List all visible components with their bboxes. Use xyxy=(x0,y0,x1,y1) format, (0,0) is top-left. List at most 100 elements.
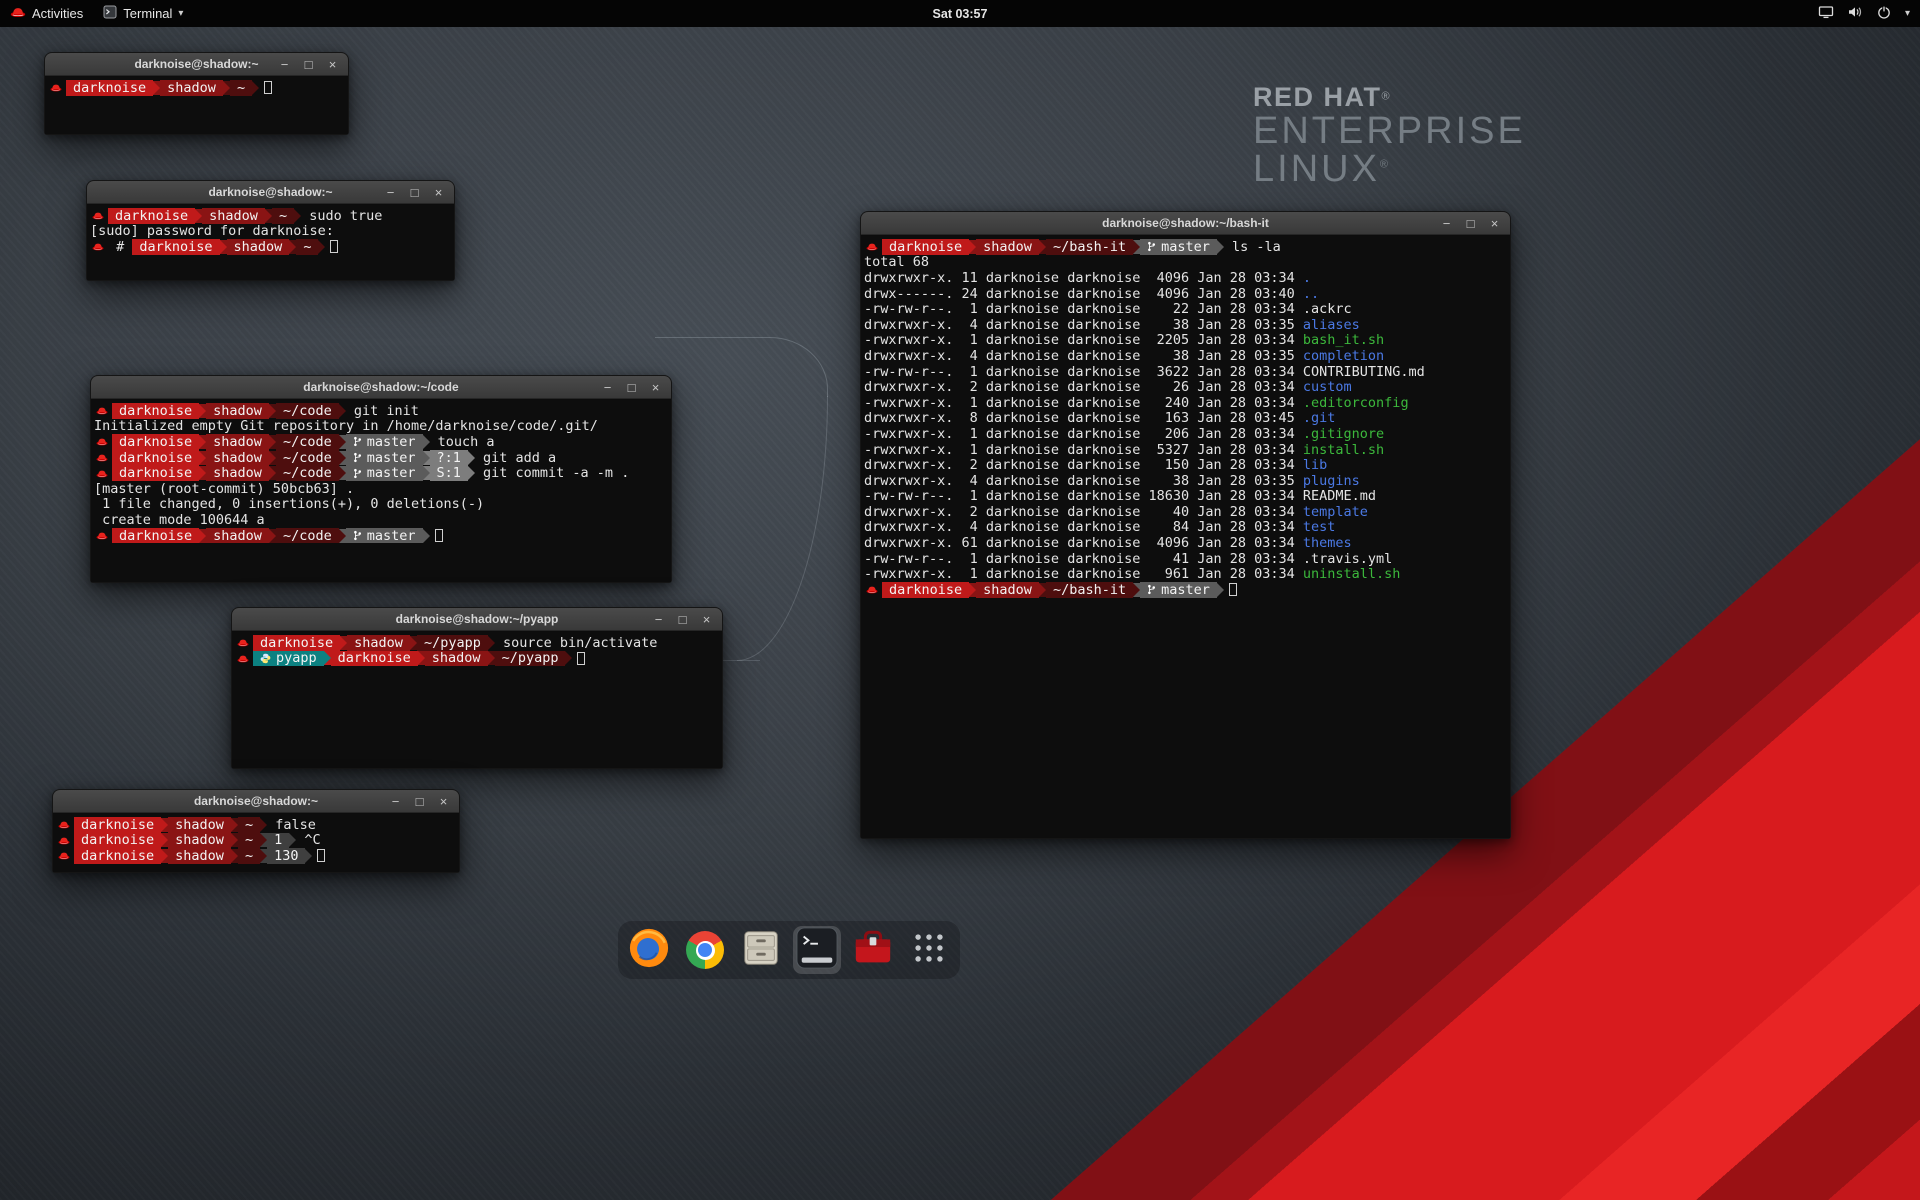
close-button[interactable]: × xyxy=(432,181,445,204)
maximize-button[interactable]: □ xyxy=(413,790,426,813)
terminal-cursor xyxy=(264,81,272,94)
prompt-segment: darknoise xyxy=(331,651,418,667)
window-titlebar[interactable]: darknoise@shadow:~/bash-it − □ × xyxy=(861,212,1510,235)
powerline-separator-icon xyxy=(195,209,202,223)
prompt-segment: darknoise xyxy=(74,833,161,849)
powerline-separator-icon xyxy=(231,833,238,847)
close-button[interactable]: × xyxy=(649,376,662,399)
terminal-line: -rwxrwxr-x. 1 darknoise darknoise 961 Ja… xyxy=(864,566,1510,582)
chevron-down-icon: ▾ xyxy=(178,8,183,19)
terminal-output[interactable]: darknoiseshadow~/pyapp source bin/activa… xyxy=(232,632,722,768)
prompt-segment: darknoise xyxy=(112,403,199,419)
app-menu-terminal[interactable]: Terminal ▾ xyxy=(93,0,193,27)
activities-button[interactable]: Activities xyxy=(0,0,93,27)
terminal-line: drwxrwxr-x. 4 darknoise darknoise 38 Jan… xyxy=(864,348,1510,364)
minimize-button[interactable]: − xyxy=(384,181,397,204)
dock-item-terminal[interactable] xyxy=(793,926,841,974)
close-button[interactable]: × xyxy=(326,53,339,76)
terminal-text: -rw-rw-r--. 1 darknoise darknoise 18630 … xyxy=(864,488,1376,504)
terminal-text: bash_it.sh xyxy=(1303,332,1384,348)
terminal-text: ^C xyxy=(296,832,320,848)
terminal-output[interactable]: darknoiseshadow~ falsedarknoiseshadow~1 … xyxy=(53,814,459,872)
window-titlebar[interactable]: darknoise@shadow:~ − □ × xyxy=(87,181,454,204)
prompt-segment: ~/code xyxy=(276,450,339,466)
minimize-button[interactable]: − xyxy=(601,376,614,399)
terminal-line: drwxrwxr-x. 61 darknoise darknoise 4096 … xyxy=(864,535,1510,551)
activities-label: Activities xyxy=(32,6,83,21)
terminal-text: custom xyxy=(1303,379,1352,395)
terminal-text: -rwxrwxr-x. 1 darknoise darknoise 2205 J… xyxy=(864,332,1303,348)
rhel-logo-linux: LINUX xyxy=(1253,148,1380,190)
terminal-text: themes xyxy=(1303,535,1352,551)
powerline-separator-icon xyxy=(199,451,206,465)
minimize-button[interactable]: − xyxy=(389,790,402,813)
prompt-segment: ?:1 xyxy=(430,450,468,466)
minimize-button[interactable]: − xyxy=(278,53,291,76)
dock-item-files[interactable] xyxy=(737,926,785,974)
window-titlebar[interactable]: darknoise@shadow:~/code − □ × xyxy=(91,376,671,399)
redhat-icon xyxy=(92,211,104,220)
prompt-segment: master xyxy=(1140,582,1217,598)
powerline-separator-icon xyxy=(1039,240,1046,254)
clock[interactable]: Sat 03:57 xyxy=(933,7,988,21)
redhat-icon xyxy=(96,453,108,462)
maximize-button[interactable]: □ xyxy=(1464,212,1477,235)
prompt-segment: shadow xyxy=(976,239,1039,255)
git-branch-icon xyxy=(353,468,362,479)
window-title: darknoise@shadow:~/bash-it xyxy=(861,216,1510,230)
redhat-fedora-icon xyxy=(10,6,26,21)
powerline-separator-icon xyxy=(423,466,430,480)
window-titlebar[interactable]: darknoise@shadow:~ − □ × xyxy=(53,790,459,813)
system-status-menu[interactable]: ▾ xyxy=(1818,4,1920,23)
window-titlebar[interactable]: darknoise@shadow:~/pyapp − □ × xyxy=(232,608,722,631)
powerline-separator-icon xyxy=(223,81,230,95)
dock-item-chrome[interactable] xyxy=(681,926,729,974)
maximize-button[interactable]: □ xyxy=(302,53,315,76)
powerline-separator-icon xyxy=(269,435,276,449)
prompt-segment: ~/code xyxy=(276,465,339,481)
chrome-icon xyxy=(686,931,724,969)
terminal-output[interactable]: darknoiseshadow~ sudo true[sudo] passwor… xyxy=(87,205,454,280)
prompt-segment: ~/code xyxy=(276,528,339,544)
terminal-text: git commit -a -m . xyxy=(475,465,629,481)
dock-item-toolbox[interactable] xyxy=(849,926,897,974)
prompt-segment: ~ xyxy=(238,848,260,864)
toolbox-icon xyxy=(852,927,894,974)
close-button[interactable]: × xyxy=(1488,212,1501,235)
window-titlebar[interactable]: darknoise@shadow:~ − □ × xyxy=(45,53,348,76)
terminal-output[interactable]: darknoiseshadow~/code git initInitialize… xyxy=(91,400,671,582)
minimize-button[interactable]: − xyxy=(652,608,665,631)
powerline-separator-icon xyxy=(468,451,475,465)
terminal-text: drwxrwxr-x. 2 darknoise darknoise 40 Jan… xyxy=(864,504,1303,520)
terminal-line: darknoiseshadow~ false xyxy=(56,817,459,833)
powerline-separator-icon xyxy=(423,435,430,449)
prompt-segment: darknoise xyxy=(74,817,161,833)
dock-item-show-applications[interactable] xyxy=(905,926,953,974)
terminal-text: .git xyxy=(1303,410,1336,426)
close-button[interactable]: × xyxy=(700,608,713,631)
git-branch-icon xyxy=(353,436,362,447)
terminal-line: drwxrwxr-x. 4 darknoise darknoise 38 Jan… xyxy=(864,317,1510,333)
close-button[interactable]: × xyxy=(437,790,450,813)
dock-item-firefox[interactable] xyxy=(625,926,673,974)
powerline-separator-icon xyxy=(260,833,267,847)
maximize-button[interactable]: □ xyxy=(408,181,421,204)
maximize-button[interactable]: □ xyxy=(625,376,638,399)
terminal-line: -rw-rw-r--. 1 darknoise darknoise 18630 … xyxy=(864,489,1510,505)
redhat-icon xyxy=(58,820,70,829)
maximize-button[interactable]: □ xyxy=(676,608,689,631)
prompt-segment: ~ xyxy=(238,833,260,849)
terminal-output[interactable]: darknoiseshadow~/bash-itmaster ls -latot… xyxy=(861,236,1510,838)
prompt-segment: 130 xyxy=(267,848,305,864)
terminal-output[interactable]: darknoiseshadow~ xyxy=(45,77,348,134)
minimize-button[interactable]: − xyxy=(1440,212,1453,235)
terminal-line: -rwxrwxr-x. 1 darknoise darknoise 240 Ja… xyxy=(864,395,1510,411)
terminal-window-sudo: darknoise@shadow:~ − □ × darknoiseshadow… xyxy=(86,180,455,281)
terminal-text: drwxrwxr-x. 4 darknoise darknoise 38 Jan… xyxy=(864,473,1303,489)
git-branch-icon xyxy=(1147,241,1156,252)
redhat-icon xyxy=(866,242,878,251)
prompt-segment: shadow xyxy=(425,651,488,667)
redhat-icon xyxy=(58,836,70,845)
terminal-line: darknoiseshadow~ xyxy=(48,80,348,96)
files-icon xyxy=(740,927,782,974)
